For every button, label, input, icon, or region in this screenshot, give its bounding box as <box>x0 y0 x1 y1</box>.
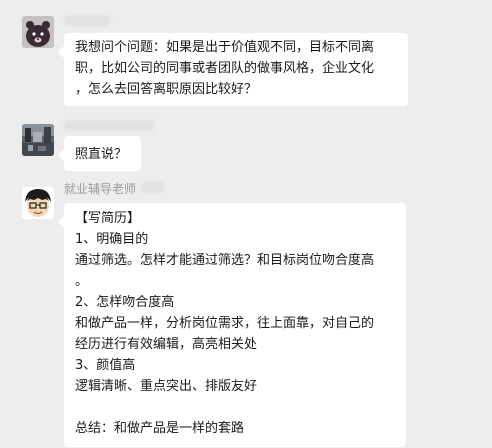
message-text-line: 职，比如公司的同事或者团队的做事风格，企业文化 <box>75 61 375 76</box>
message-text-line: 总结：和做产品是一样的套路 <box>75 421 245 436</box>
message-text-line: 和做产品一样，分析岗位需求，往上面靠，对自己的 <box>75 316 375 331</box>
message-text-line: 经历进行有效编辑，高亮相关处 <box>75 337 258 352</box>
message-bubble[interactable]: 【写简历】 1、明确目的 通过筛选。怎样才能通过筛选？和目标岗位吻合度高 。 2… <box>58 203 406 447</box>
sender-name-suffix-redacted <box>142 182 164 193</box>
message-text-line: 。 <box>75 274 89 289</box>
message-text-line: 2、怎样吻合度高 <box>75 295 175 310</box>
message-text-line: 照直说？ <box>75 147 128 162</box>
message-text-line: 【写简历】 <box>75 211 141 226</box>
message-text-line: 逻辑清晰、重点突出、排版友好 <box>75 379 258 394</box>
message-bubble[interactable]: 照直说？ <box>58 136 141 171</box>
message-text-line: 通过筛选。怎样才能通过筛选？和目标岗位吻合度高 <box>75 253 375 268</box>
avatar-photo[interactable] <box>22 124 54 156</box>
sender-name-redacted <box>64 15 110 26</box>
message-text-line: ，怎么去回答离职原因比较好？ <box>75 82 258 97</box>
message-text-line: 1、明确目的 <box>75 232 149 247</box>
sender-name: 就业辅导老师 <box>64 182 137 196</box>
cartoon-face-icon <box>22 187 54 219</box>
message-text-line: 我想问个问题：如果是出于价值观不同，目标不同离 <box>75 40 375 55</box>
message-bubble[interactable]: 我想问个问题：如果是出于价值观不同，目标不同离 职，比如公司的同事或者团队的做事… <box>58 33 408 106</box>
avatar-bear[interactable] <box>22 16 54 48</box>
message-text-line: 3、颜值高 <box>75 358 136 373</box>
bear-icon <box>22 16 54 48</box>
avatar-cartoon[interactable] <box>22 187 54 219</box>
photo-avatar-icon <box>22 124 54 156</box>
sender-name-redacted <box>64 120 154 131</box>
